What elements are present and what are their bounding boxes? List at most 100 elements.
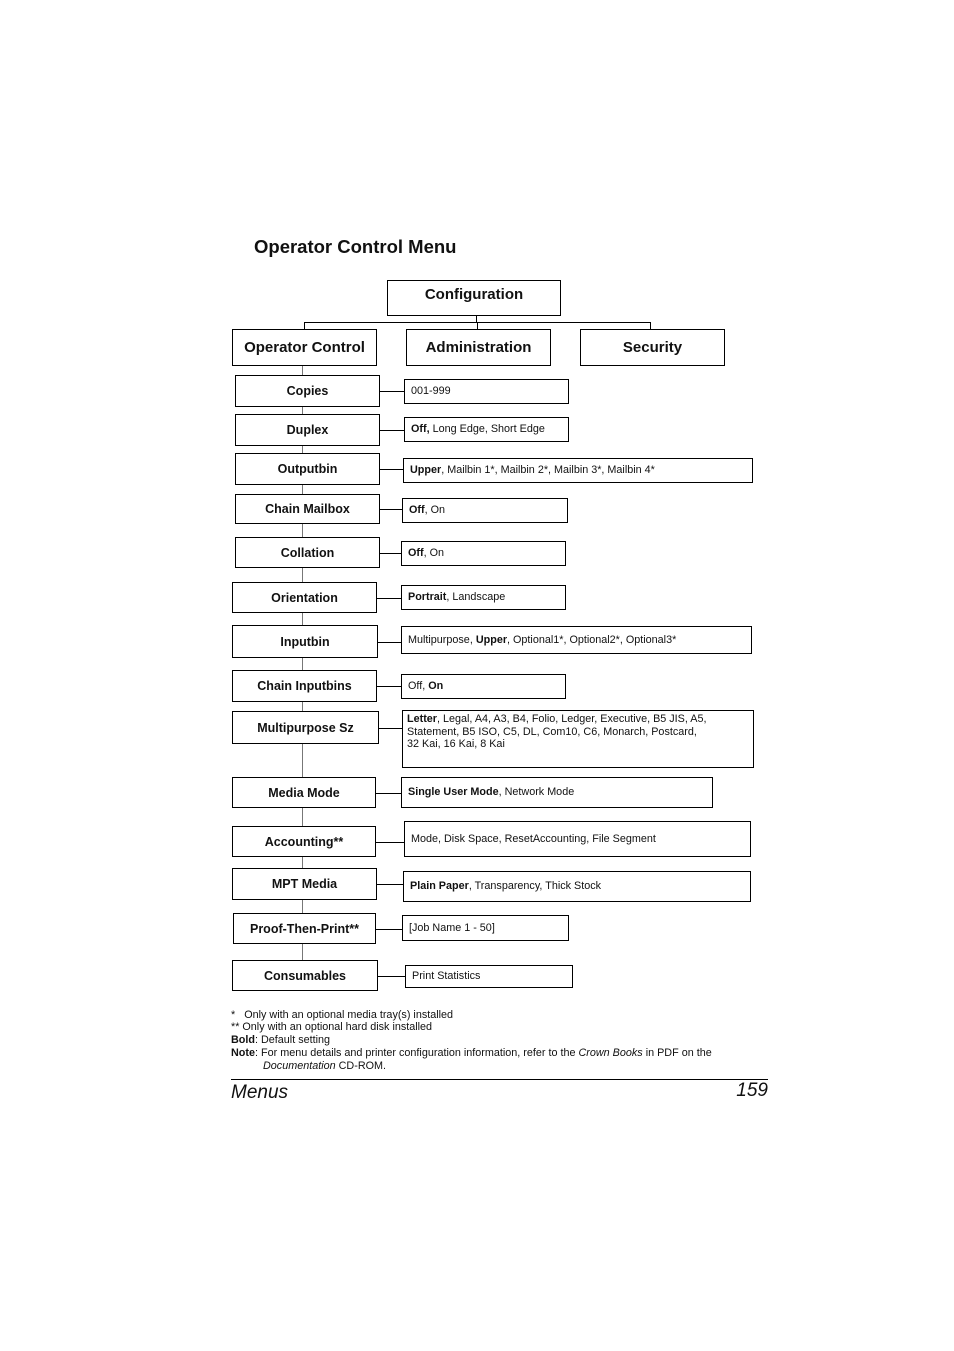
menu-item-label: Outputbin [277, 462, 338, 476]
options-text: Print Statistics [412, 970, 480, 983]
page-title: Operator Control Menu [254, 236, 457, 257]
options-text: Off, On [408, 547, 444, 560]
options-text: Off, On [409, 504, 445, 517]
options-text: 001-999 [411, 385, 451, 398]
footer-section-name: Menus [231, 1082, 289, 1103]
default-option: Single User Mode [408, 786, 499, 799]
options-text: Letter, Legal, A4, A3, B4, Folio, Ledger… [407, 713, 707, 751]
option-connector [377, 686, 401, 688]
note-single-star-text: Only with an optional media tray(s) inst… [244, 1009, 454, 1021]
option-connector [380, 391, 404, 393]
options-box: Off, On [402, 498, 568, 523]
administration-box: Administration [406, 329, 551, 366]
options-box: Off, On [401, 541, 566, 566]
options-box: Plain Paper, Transparency, Thick Stock [403, 871, 751, 902]
menu-item-box: Chain Mailbox [235, 494, 380, 524]
options-box: Portrait, Landscape [401, 585, 566, 610]
note-general: Note: For menu details and printer confi… [231, 1047, 761, 1073]
menu-item-box: Accounting** [232, 826, 376, 857]
note-double-star-mark: ** [231, 1021, 240, 1033]
note-double-star: ** Only with an optional hard disk insta… [231, 1021, 432, 1034]
note-text-3: CD-ROM. [335, 1059, 387, 1072]
note-single-star-mark: * [231, 1009, 236, 1021]
options-text: Mode, Disk Space, ResetAccounting, File … [411, 833, 656, 846]
option-text: , Landscape [446, 591, 506, 604]
menu-item-label: Media Mode [268, 785, 340, 800]
menu-item-box: Proof-Then-Print** [233, 913, 376, 944]
options-box: Mode, Disk Space, ResetAccounting, File … [404, 821, 751, 857]
options-text: Off, On [408, 680, 443, 693]
operator-control-label: Operator Control [244, 339, 365, 356]
options-text: [Job Name 1 - 50] [409, 922, 495, 935]
options-box: [Job Name 1 - 50] [402, 915, 569, 941]
menu-item-box: Chain Inputbins [232, 670, 377, 702]
options-box: Off, On [401, 674, 566, 699]
option-text: 001-999 [411, 385, 451, 398]
option-connector [380, 509, 402, 511]
options-text: Off, Long Edge, Short Edge [411, 423, 545, 436]
options-box: 001-999 [404, 379, 569, 404]
note-italic-crown-books: Crown Books [578, 1047, 643, 1059]
menu-item-box: Copies [235, 375, 380, 407]
option-connector [377, 884, 403, 886]
menu-item-box: Collation [235, 537, 380, 568]
operator-control-box: Operator Control [232, 329, 377, 366]
option-connector [379, 727, 402, 729]
page-number: 159 [736, 1080, 768, 1101]
options-text: Single User Mode, Network Mode [408, 786, 574, 799]
option-connector [378, 975, 405, 977]
option-text: Multipurpose, [408, 633, 476, 646]
option-connector [376, 792, 401, 794]
menu-item-label: Multipurpose Sz [257, 720, 354, 735]
note-text-1: : For menu details and printer configura… [255, 1047, 579, 1059]
default-option: Off [408, 547, 424, 560]
security-box: Security [580, 329, 725, 366]
options-box: Letter, Legal, A4, A3, B4, Folio, Ledger… [402, 710, 754, 768]
default-option: Upper [475, 633, 508, 646]
note-text-2: in PDF on the [642, 1047, 712, 1059]
option-text: , Legal, A4, A3, B4, Folio, Ledger, Exec… [407, 713, 707, 750]
menu-item-label: Proof-Then-Print** [249, 921, 360, 936]
option-connector [378, 641, 401, 643]
option-text: Off, [408, 680, 429, 693]
option-text: , Optional1*, Optional2*, Optional3* [507, 633, 677, 646]
default-option: Portrait [408, 591, 447, 604]
menu-item-box: Outputbin [235, 453, 380, 485]
note-italic-documentation: Documentation [263, 1059, 336, 1072]
options-text: Multipurpose, Upper, Optional1*, Optiona… [408, 634, 676, 647]
default-option: On [428, 680, 444, 693]
menu-item-label: Chain Mailbox [265, 502, 350, 516]
default-option: Upper [410, 464, 442, 477]
default-option: Off [409, 504, 425, 517]
menu-item-label: MPT Media [271, 877, 338, 891]
options-box: Multipurpose, Upper, Optional1*, Optiona… [401, 626, 752, 654]
note-double-star-text: Only with an optional hard disk installe… [242, 1021, 433, 1033]
option-connector [380, 552, 401, 554]
menu-item-label: Copies [286, 384, 329, 398]
menu-item-box: Multipurpose Sz [232, 711, 379, 744]
options-text: Upper, Mailbin 1*, Mailbin 2*, Mailbin 3… [410, 464, 655, 477]
menu-item-box: Duplex [235, 414, 380, 446]
option-text: Mode, Disk Space, ResetAccounting, File … [411, 832, 656, 845]
option-connector [380, 430, 404, 432]
note-bold-legend: Bold: Default setting [231, 1034, 330, 1047]
option-text: , Network Mode [498, 786, 575, 799]
menu-item-label: Duplex [286, 423, 329, 437]
menu-item-box: Media Mode [232, 777, 376, 808]
configuration-label: Configuration [424, 286, 524, 303]
menu-item-label: Orientation [271, 590, 338, 605]
menu-item-box: Consumables [232, 960, 378, 991]
menu-item-box: Inputbin [232, 625, 378, 658]
menu-item-label: Inputbin [280, 634, 330, 649]
menu-item-label: Chain Inputbins [257, 679, 352, 693]
menu-item-box: Orientation [232, 582, 377, 613]
options-text: Plain Paper, Transparency, Thick Stock [410, 880, 601, 893]
administration-label: Administration [425, 339, 532, 356]
option-text: , Transparency, Thick Stock [468, 880, 602, 893]
menu-item-box: MPT Media [232, 868, 377, 900]
default-option: Off, [411, 423, 430, 436]
option-connector [377, 597, 401, 599]
options-box: Upper, Mailbin 1*, Mailbin 2*, Mailbin 3… [403, 458, 753, 483]
menu-item-label: Consumables [264, 968, 346, 983]
note-bold-label: Bold [231, 1034, 255, 1046]
